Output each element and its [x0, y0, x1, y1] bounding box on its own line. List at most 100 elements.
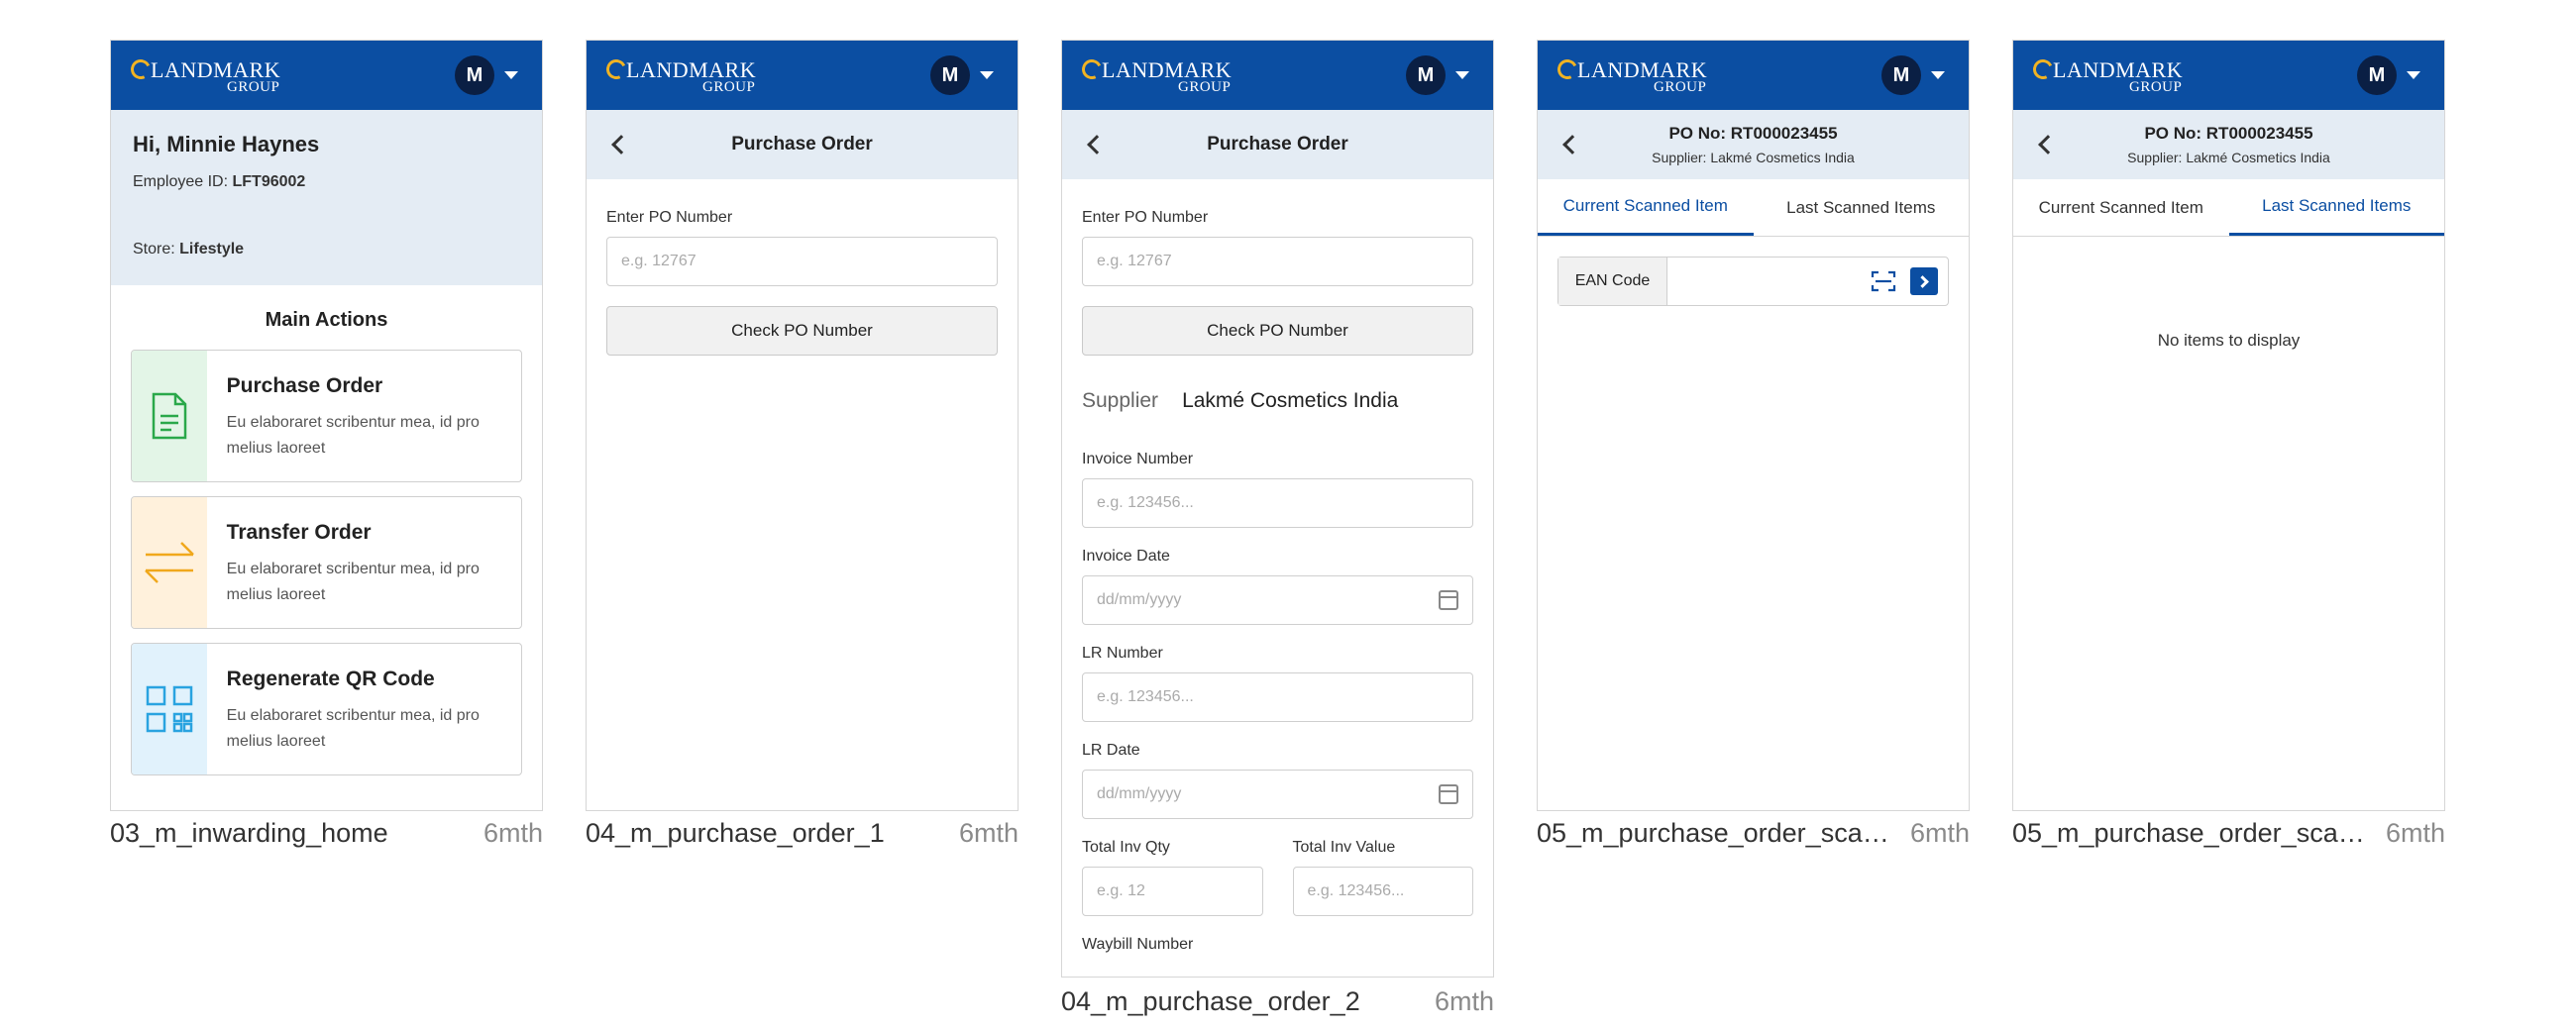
qr-code-icon: [132, 644, 207, 774]
tab-current-scanned-item[interactable]: Current Scanned Item: [2013, 179, 2229, 236]
invoice-date-input[interactable]: dd/mm/yyyy: [1082, 575, 1473, 625]
transfer-order-card[interactable]: Transfer Order Eu elaboraret scribentur …: [131, 496, 522, 629]
scan-tabs: Current Scanned Item Last Scanned Items: [2013, 179, 2444, 237]
po-supplier: Supplier: Lakmé Cosmetics India: [2127, 150, 2330, 165]
avatar[interactable]: M: [455, 55, 494, 95]
landmark-logo: LANDMARK GROUP: [2030, 53, 2192, 97]
logo-group: GROUP: [702, 79, 756, 95]
store-info: Store: Lifestyle: [133, 241, 520, 258]
supplier-info: Supplier Lakmé Cosmetics India: [1082, 389, 1473, 413]
logo-group: GROUP: [1178, 79, 1232, 95]
total-value-input[interactable]: e.g. 123456...: [1292, 867, 1473, 916]
store-value: Lifestyle: [179, 241, 245, 258]
screen-inwarding-home: LANDMARK GROUP M Hi, Minnie Haynes Emplo…: [110, 40, 543, 811]
caption-name: 04_m_purchase_order_1: [586, 818, 885, 848]
screen-purchase-order-scan-current: LANDMARK GROUP M PO No: RT000023455 Supp…: [1537, 40, 1970, 811]
po-number-input[interactable]: e.g. 12767: [1082, 237, 1473, 286]
account-menu[interactable]: M: [930, 55, 994, 95]
store-label: Store:: [133, 241, 175, 258]
invoice-number-input[interactable]: e.g. 123456...: [1082, 478, 1473, 528]
ean-code-label: EAN Code: [1558, 258, 1667, 305]
po-number: PO No: RT000023455: [2144, 124, 2313, 143]
card-description: Eu elaboraret scribentur mea, id pro mel…: [226, 707, 480, 750]
lr-date-input[interactable]: dd/mm/yyyy: [1082, 770, 1473, 819]
card-title: Regenerate QR Code: [226, 668, 435, 690]
check-po-button[interactable]: Check PO Number: [1082, 306, 1473, 356]
avatar[interactable]: M: [1881, 55, 1921, 95]
chevron-right-icon[interactable]: [1910, 267, 1938, 295]
app-header: LANDMARK GROUP M: [1062, 41, 1493, 110]
po-info: PO No: RT000023455 Supplier: Lakmé Cosme…: [1538, 124, 1969, 165]
tab-current-scanned-item[interactable]: Current Scanned Item: [1538, 179, 1754, 236]
landmark-logo-mark-icon: [128, 56, 154, 82]
po-info: PO No: RT000023455 Supplier: Lakmé Cosme…: [2013, 124, 2444, 165]
screen-caption: 03_m_inwarding_home 6mth: [110, 818, 543, 849]
lr-number-label: LR Number: [1082, 645, 1163, 662]
app-header: LANDMARK GROUP M: [2013, 41, 2444, 110]
document-icon: [132, 351, 207, 481]
chevron-down-icon[interactable]: [2407, 71, 2420, 79]
avatar[interactable]: M: [1406, 55, 1446, 95]
check-po-button[interactable]: Check PO Number: [606, 306, 998, 356]
avatar[interactable]: M: [2357, 55, 2397, 95]
chevron-down-icon[interactable]: [980, 71, 994, 79]
employee-id: Employee ID: LFT96002: [133, 173, 520, 191]
ean-code-field[interactable]: EAN Code: [1557, 257, 1949, 306]
caption-name: 05_m_purchase_order_scan...: [2012, 818, 2369, 848]
account-menu[interactable]: M: [2357, 55, 2420, 95]
screen-caption: 04_m_purchase_order_1 6mth: [586, 818, 1019, 849]
landmark-logo: LANDMARK GROUP: [128, 53, 289, 97]
landmark-logo: LANDMARK GROUP: [1079, 53, 1240, 97]
employee-id-label: Employee ID:: [133, 173, 229, 190]
po-number-placeholder: e.g. 12767: [1097, 253, 1172, 269]
invoice-date-placeholder: dd/mm/yyyy: [1097, 591, 1182, 608]
invoice-number-label: Invoice Number: [1082, 451, 1194, 467]
card-description: Eu elaboraret scribentur mea, id pro mel…: [226, 561, 480, 603]
account-menu[interactable]: M: [455, 55, 518, 95]
main-actions-heading: Main Actions: [265, 309, 388, 331]
totals-row: Total Inv Qty e.g. 12 Total Inv Value e.…: [1082, 839, 1473, 936]
landmark-logo: LANDMARK GROUP: [603, 53, 765, 97]
chevron-down-icon[interactable]: [1455, 71, 1469, 79]
tab-last-scanned-items[interactable]: Last Scanned Items: [1754, 179, 1970, 236]
po-number-input[interactable]: e.g. 12767: [606, 237, 998, 286]
landmark-logo-mark-icon: [603, 56, 629, 82]
purchase-order-card[interactable]: Purchase Order Eu elaboraret scribentur …: [131, 350, 522, 482]
logo-brand: LANDMARK: [626, 57, 757, 82]
logo-group: GROUP: [2129, 79, 2183, 95]
total-qty-label: Total Inv Qty: [1082, 839, 1170, 856]
logo-brand: LANDMARK: [151, 57, 281, 82]
invoice-number-placeholder: e.g. 123456...: [1097, 494, 1194, 511]
supplier-value: Lakmé Cosmetics India: [1182, 389, 1399, 412]
total-qty-input[interactable]: e.g. 12: [1082, 867, 1263, 916]
calendar-icon[interactable]: [1439, 784, 1458, 804]
po-number-placeholder: e.g. 12767: [621, 253, 697, 269]
logo-group: GROUP: [227, 79, 280, 95]
account-menu[interactable]: M: [1406, 55, 1469, 95]
po-number: PO No: RT000023455: [1668, 124, 1838, 143]
greeting-panel: Hi, Minnie Haynes Employee ID: LFT96002 …: [111, 110, 542, 285]
tab-last-scanned-items[interactable]: Last Scanned Items: [2228, 179, 2444, 236]
calendar-icon[interactable]: [1439, 590, 1458, 610]
barcode-scan-icon[interactable]: [1871, 269, 1896, 293]
po-form: Enter PO Number e.g. 12767 Check PO Numb…: [587, 179, 1018, 356]
sub-header: PO No: RT000023455 Supplier: Lakmé Cosme…: [1538, 110, 1969, 179]
chevron-down-icon[interactable]: [504, 71, 518, 79]
po-number-label: Enter PO Number: [606, 209, 733, 226]
card-description: Eu elaboraret scribentur mea, id pro mel…: [226, 414, 480, 457]
regenerate-qr-card[interactable]: Regenerate QR Code Eu elaboraret scriben…: [131, 643, 522, 775]
screen-caption: 04_m_purchase_order_2 6mth: [1061, 986, 1494, 1017]
lr-number-input[interactable]: e.g. 123456...: [1082, 672, 1473, 722]
po-supplier: Supplier: Lakmé Cosmetics India: [1652, 150, 1855, 165]
avatar[interactable]: M: [930, 55, 970, 95]
transfer-arrows-icon: [132, 497, 207, 628]
chevron-down-icon[interactable]: [1931, 71, 1945, 79]
screen-purchase-order-scan-last: LANDMARK GROUP M PO No: RT000023455 Supp…: [2012, 40, 2445, 811]
caption-name: 04_m_purchase_order_2: [1061, 986, 1360, 1016]
total-value-label: Total Inv Value: [1292, 839, 1396, 856]
total-qty-placeholder: e.g. 12: [1097, 882, 1145, 899]
sub-header: PO No: RT000023455 Supplier: Lakmé Cosme…: [2013, 110, 2444, 179]
account-menu[interactable]: M: [1881, 55, 1945, 95]
caption-age: 6mth: [1909, 818, 1970, 848]
landmark-logo-mark-icon: [1079, 56, 1105, 82]
